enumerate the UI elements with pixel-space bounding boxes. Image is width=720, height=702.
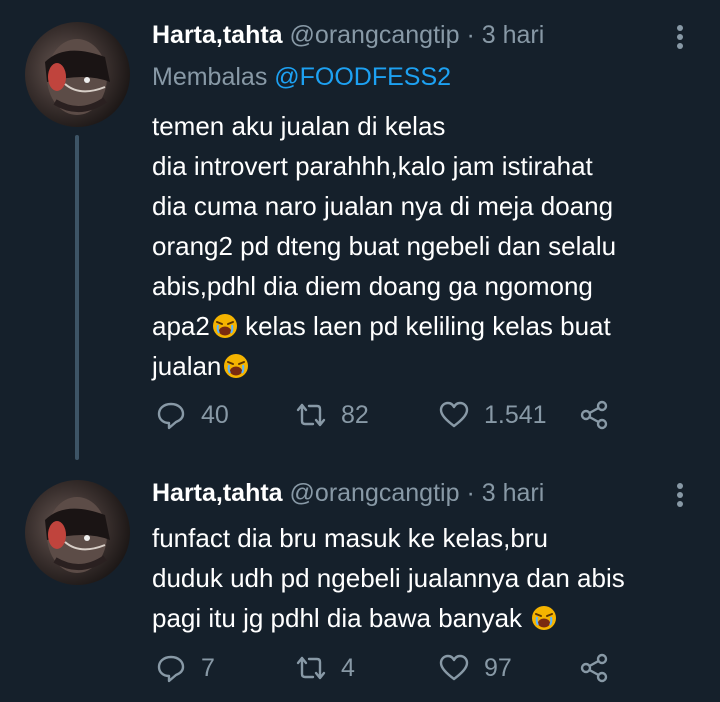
- tweet-line-with-emoji: jualan: [152, 346, 712, 386]
- tweet-line: duduk udh pd ngebeli jualannya dan abis: [152, 563, 625, 593]
- crying-face-emoji: [531, 605, 557, 631]
- author-handle[interactable]: @orangcangtip: [290, 21, 460, 49]
- tweet-line: orang2 pd dteng buat ngebeli dan selalu: [152, 231, 617, 261]
- tweet-line: funfact dia bru masuk ke kelas,bru: [152, 523, 548, 553]
- retweet-icon: [296, 403, 326, 427]
- thread-line: [75, 135, 79, 460]
- reply-mention-link[interactable]: @FOODFESS2: [274, 63, 451, 91]
- tweet-line-with-emoji: apa2 kelas laen pd keliling kelas buat: [152, 306, 712, 346]
- timestamp[interactable]: 3 hari: [482, 479, 545, 507]
- retweet-button[interactable]: 82: [295, 397, 369, 433]
- reply-count: 40: [201, 400, 229, 429]
- retweet-icon: [296, 656, 326, 680]
- reply-context: Membalas @FOODFESS2: [152, 62, 451, 92]
- tweet-2[interactable]: Harta,tahta @orangcangtip · 3 hari funfa…: [0, 460, 720, 702]
- reply-button[interactable]: 40: [155, 397, 229, 433]
- reply-icon: [157, 402, 185, 430]
- reply-prefix: Membalas: [152, 63, 275, 91]
- share-icon: [580, 400, 608, 430]
- tweet-actions: 7 4 97: [155, 650, 625, 686]
- separator-dot: ·: [466, 21, 475, 49]
- like-count: 97: [484, 653, 512, 682]
- retweet-button[interactable]: 4: [295, 650, 355, 686]
- tweet-text-fragment: kelas laen pd keliling kelas buat: [237, 311, 611, 341]
- tweet-body: funfact dia bru masuk ke kelas,bru duduk…: [152, 518, 712, 638]
- tweet-line-with-emoji: pagi itu jg pdhl dia bawa banyak: [152, 598, 712, 638]
- tweet-line: temen aku jualan di kelas: [152, 111, 446, 141]
- more-vertical-icon[interactable]: [670, 480, 690, 510]
- share-button[interactable]: [578, 650, 624, 686]
- author-name[interactable]: Harta,tahta: [152, 21, 283, 49]
- reply-icon: [157, 655, 185, 683]
- tweet-text-fragment: jualan: [152, 351, 222, 381]
- heart-icon: [439, 401, 469, 428]
- like-count: 1.541: [484, 400, 547, 429]
- timestamp[interactable]: 3 hari: [482, 21, 545, 49]
- share-button[interactable]: [578, 397, 624, 433]
- tweet-text-fragment: pagi itu jg pdhl dia bawa banyak: [152, 603, 523, 633]
- author-handle[interactable]: @orangcangtip: [290, 479, 460, 507]
- tweet-header: Harta,tahta @orangcangtip · 3 hari: [152, 478, 544, 508]
- tweet-line: dia introvert parahhh,kalo jam istirahat: [152, 151, 593, 181]
- crying-face-emoji: [223, 353, 249, 379]
- more-vertical-icon[interactable]: [670, 22, 690, 52]
- tweet-body: temen aku jualan di kelas dia introvert …: [152, 106, 712, 386]
- tweet-1[interactable]: Harta,tahta @orangcangtip · 3 hari Memba…: [0, 0, 720, 460]
- like-button[interactable]: 1.541: [438, 397, 547, 433]
- crying-face-emoji: [212, 313, 238, 339]
- heart-icon: [439, 654, 469, 681]
- retweet-count: 82: [341, 400, 369, 429]
- like-button[interactable]: 97: [438, 650, 512, 686]
- tweet-text-fragment: apa2: [152, 311, 210, 341]
- retweet-count: 4: [341, 653, 355, 682]
- tweet-line: dia cuma naro jualan nya di meja doang: [152, 191, 614, 221]
- tweet-actions: 40 82 1.541: [155, 397, 625, 433]
- avatar[interactable]: [25, 480, 130, 585]
- separator-dot: ·: [466, 479, 475, 507]
- tweet-line: abis,pdhl dia diem doang ga ngomong: [152, 271, 593, 301]
- reply-button[interactable]: 7: [155, 650, 215, 686]
- avatar[interactable]: [25, 22, 130, 127]
- author-name[interactable]: Harta,tahta: [152, 479, 283, 507]
- tweet-header: Harta,tahta @orangcangtip · 3 hari: [152, 20, 544, 50]
- reply-count: 7: [201, 653, 215, 682]
- share-icon: [580, 653, 608, 683]
